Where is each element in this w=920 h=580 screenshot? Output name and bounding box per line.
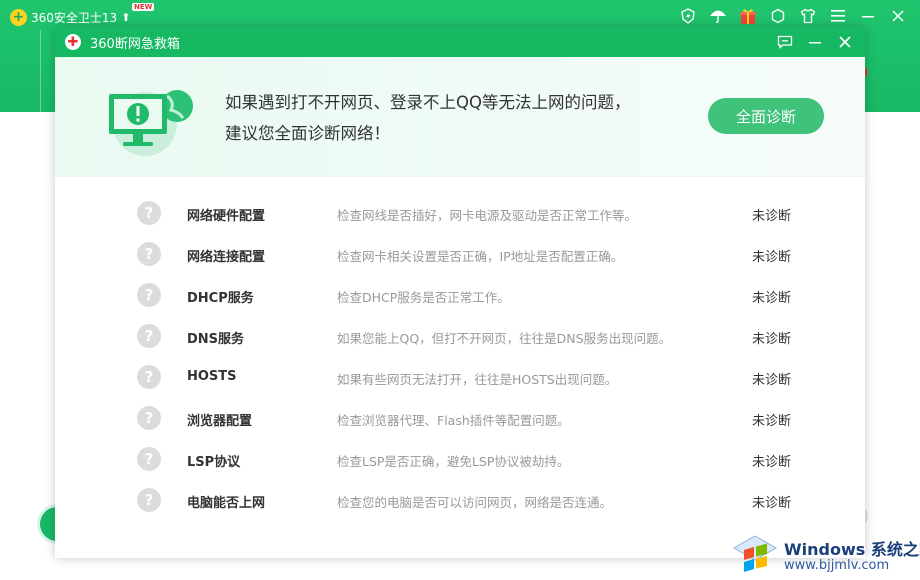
main-window-toolbar [676,4,910,28]
question-icon: ? [137,365,161,389]
question-icon: ? [137,324,161,348]
gift-icon[interactable] [736,4,760,28]
item-name: HOSTS [187,369,237,384]
question-icon: ? [137,242,161,266]
banner-message: 如果遇到打不开网页、登录不上QQ等无法上网的问题， 建议您全面诊断网络！ [225,87,630,149]
list-item: ? LSP协议 检查LSP是否正确，避免LSP协议被劫持。 未诊断 [55,439,865,480]
list-item: ? 电脑能否上网 检查您的电脑是否可以访问网页，网络是否连通。 未诊断 [55,480,865,521]
list-item: ? DHCP服务 检查DHCP服务是否正常工作。 未诊断 [55,275,865,316]
shield-bolt-icon[interactable] [676,4,700,28]
network-rescue-dialog: ✚ 360断网急救箱 如果遇到打不开网页、登录不上QQ等无法上网的问题， 建议您… [55,27,865,558]
item-status: 未诊断 [752,414,792,429]
question-icon: ? [137,201,161,225]
question-icon: ? [137,488,161,512]
item-name: 网络硬件配置 [187,209,266,224]
windows-logo-icon [732,534,778,578]
list-item: ? DNS服务 如果您能上QQ，但打不开网页，往往是DNS服务出现问题。 未诊断 [55,316,865,357]
item-status: 未诊断 [752,250,792,265]
list-item: ? HOSTS 如果有些网页无法打开，往往是HOSTS出现问题。 未诊断 [55,357,865,398]
upgrade-arrow-icon[interactable]: ⬆ [121,11,130,24]
banner-line-2: 建议您全面诊断网络！ [225,124,390,143]
dialog-window-controls [773,30,857,54]
item-name: 浏览器配置 [187,414,253,429]
list-item: ? 网络连接配置 检查网卡相关设置是否正确，IP地址是否配置正确。 未诊断 [55,234,865,275]
network-warning-illustration [105,84,200,160]
question-icon: ? [137,283,161,307]
umbrella-icon[interactable] [706,4,730,28]
watermark-url: www.bjjmlv.com [784,558,890,573]
banner-line-1: 如果遇到打不开网页、登录不上QQ等无法上网的问题， [225,93,631,112]
first-aid-icon: ✚ [65,34,81,50]
item-description: 检查浏览器代理、Flash插件等配置问题。 [337,413,570,428]
dialog-minimize-button[interactable] [803,30,827,54]
full-diagnosis-button[interactable]: 全面诊断 [708,98,824,134]
item-name: DNS服务 [187,332,245,347]
item-status: 未诊断 [752,291,792,306]
dialog-close-button[interactable] [833,30,857,54]
item-name: DHCP服务 [187,291,254,306]
item-description: 如果您能上QQ，但打不开网页，往往是DNS服务出现问题。 [337,331,672,346]
header-divider [40,30,41,112]
item-description: 检查您的电脑是否可以访问网页，网络是否连通。 [337,495,613,510]
app-title: 360安全卫士13 [31,10,118,25]
item-name: 电脑能否上网 [187,496,266,511]
settings-hex-icon[interactable] [766,4,790,28]
dialog-titlebar[interactable]: ✚ 360断网急救箱 [55,27,865,57]
item-status: 未诊断 [752,332,792,347]
list-item: ? 网络硬件配置 检查网线是否插好，网卡电源及驱动是否正常工作等。 未诊断 [55,193,865,234]
item-status: 未诊断 [752,373,792,388]
close-icon[interactable] [886,4,910,28]
item-description: 如果有些网页无法打开，往往是HOSTS出现问题。 [337,372,618,387]
list-item: ? 浏览器配置 检查浏览器代理、Flash插件等配置问题。 未诊断 [55,398,865,439]
skin-shirt-icon[interactable] [796,4,820,28]
diagnosis-item-list: ? 网络硬件配置 检查网线是否插好，网卡电源及驱动是否正常工作等。 未诊断 ? … [55,193,865,521]
diagnosis-banner: 如果遇到打不开网页、登录不上QQ等无法上网的问题， 建议您全面诊断网络！ 全面诊… [55,57,865,177]
watermark-title: Windows 系统之家 [784,540,920,559]
question-icon: ? [137,447,161,471]
item-status: 未诊断 [752,455,792,470]
minimize-icon[interactable] [856,4,880,28]
main-window-title: + 360安全卫士13 ⬆ [10,6,130,28]
item-description: 检查网线是否插好，网卡电源及驱动是否正常工作等。 [337,208,638,223]
item-description: 检查网卡相关设置是否正确，IP地址是否配置正确。 [337,249,624,264]
item-status: 未诊断 [752,496,792,511]
question-icon: ? [137,406,161,430]
feedback-icon[interactable] [773,30,797,54]
item-name: LSP协议 [187,455,241,470]
item-name: 网络连接配置 [187,250,266,265]
item-status: 未诊断 [752,209,792,224]
item-description: 检查DHCP服务是否正常工作。 [337,290,510,305]
app-logo-icon: + [10,8,27,26]
site-watermark: Windows 系统之家 www.bjjmlv.com [732,532,920,578]
item-description: 检查LSP是否正确，避免LSP协议被劫持。 [337,454,570,469]
dialog-title: 360断网急救箱 [90,36,180,52]
new-badge: NEW [132,3,155,11]
menu-icon[interactable] [826,4,850,28]
